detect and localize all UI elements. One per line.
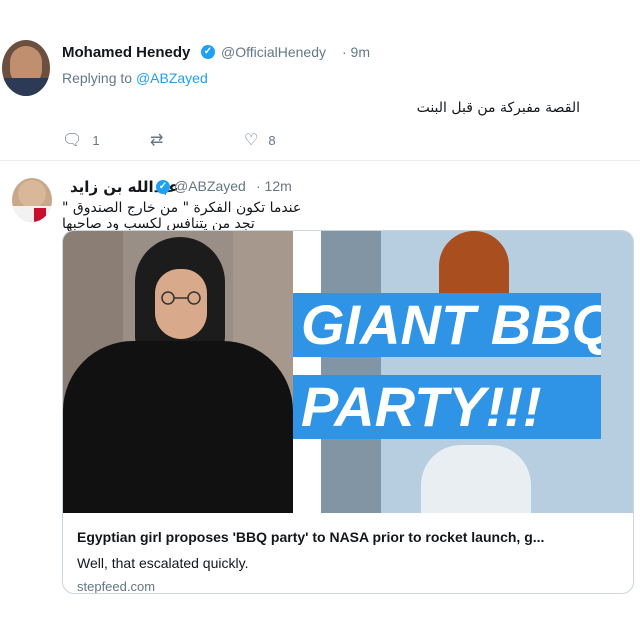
tweet-text-abzayed: عندما تكون الفكرة " من خارج الصندوق " تج… <box>62 200 302 232</box>
card-photo-girl <box>63 231 293 513</box>
replying-to: Replying to @ABZayed <box>62 70 208 86</box>
card-meta[interactable]: Egyptian girl proposes 'BBQ party' to NA… <box>63 513 633 593</box>
card-description: Well, that escalated quickly. <box>77 555 249 571</box>
avatar-mohamed-henedy[interactable] <box>2 40 50 96</box>
replying-to-link[interactable]: @ABZayed <box>136 70 208 86</box>
replying-prefix: Replying to <box>62 70 133 86</box>
card-photo-rocket <box>321 231 633 513</box>
heart-icon: ♡ <box>244 132 259 149</box>
tweet-time[interactable]: · 9m <box>342 44 370 60</box>
verified-badge-icon: ✓ <box>156 180 170 194</box>
card-title[interactable]: Egyptian girl proposes 'BBQ party' to NA… <box>77 529 622 545</box>
banner-party: PARTY!!! <box>293 375 601 439</box>
card-image[interactable]: GIANT BBQ PARTY!!! <box>63 231 633 513</box>
reply-button[interactable]: 🗨 1 <box>62 130 100 150</box>
verified-badge-icon: ✓ <box>201 45 215 59</box>
banner-giant-bbq: GIANT BBQ <box>293 293 601 357</box>
link-card[interactable]: GIANT BBQ PARTY!!! Egyptian girl propose… <box>62 230 634 594</box>
avatar-abzayed[interactable] <box>12 178 52 222</box>
tweet-actions: 🗨 1 ⇄ ♡ 8 <box>62 130 362 152</box>
reply-icon: 🗨 <box>62 132 83 149</box>
card-domain: stepfeed.com <box>77 579 156 594</box>
reply-count: 1 <box>92 132 100 148</box>
like-button[interactable]: ♡ 8 <box>244 130 276 150</box>
retweet-icon: ⇄ <box>150 132 164 149</box>
tweet-time-abzayed[interactable]: · 12m <box>256 178 292 194</box>
reply-tweet[interactable]: Mohamed Henedy ✓ @OfficialHenedy · 9m Re… <box>0 0 640 160</box>
tweet-divider <box>0 160 640 161</box>
author-handle-abzayed[interactable]: @ABZayed <box>174 178 246 194</box>
like-count: 8 <box>268 132 276 148</box>
tweet-text: القصة مفبركة من قبل البنت <box>416 100 580 116</box>
retweet-button[interactable]: ⇄ <box>150 130 173 150</box>
author-name[interactable]: Mohamed Henedy <box>62 44 190 61</box>
author-handle[interactable]: @OfficialHenedy <box>221 44 326 60</box>
